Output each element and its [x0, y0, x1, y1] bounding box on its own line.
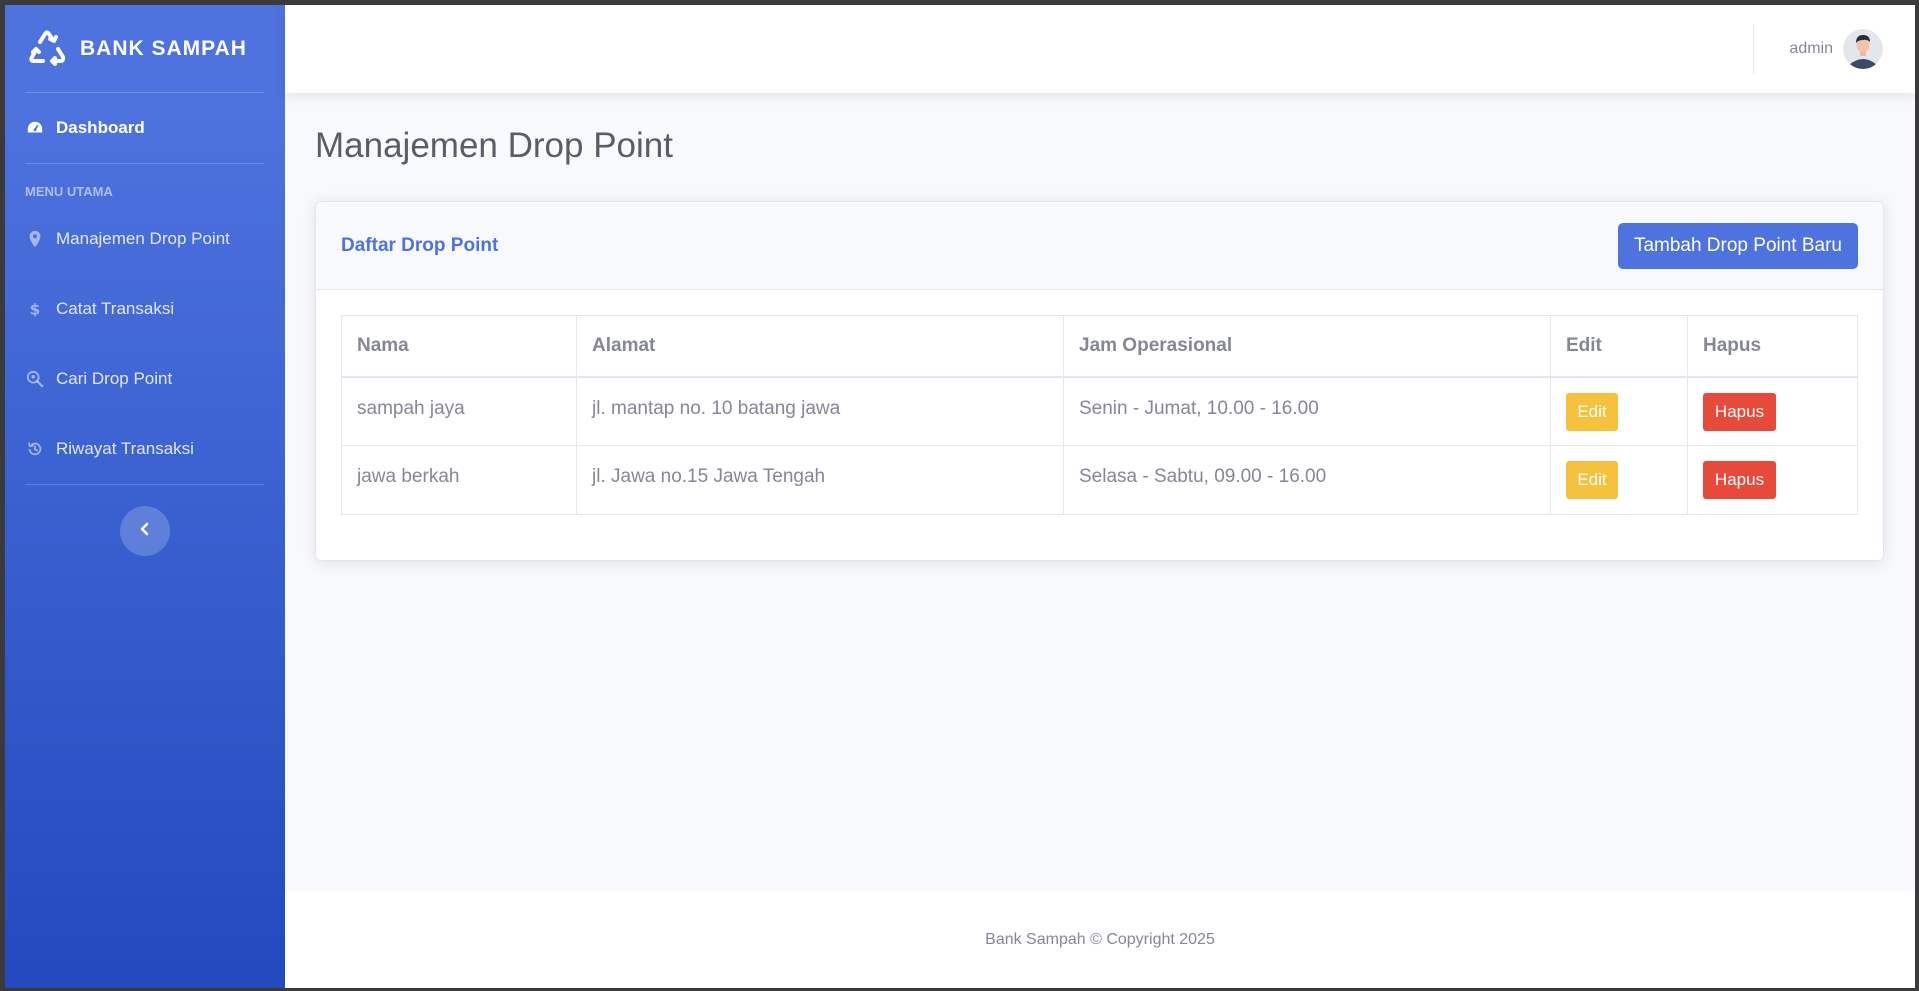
delete-button[interactable]: Hapus — [1703, 392, 1776, 431]
sidebar-item-label: Riwayat Transaksi — [56, 439, 194, 458]
main-content: Manajemen Drop Point Daftar Drop Point T… — [285, 93, 1915, 891]
column-header-edit: Edit — [1550, 315, 1688, 378]
sidebar-item-label: Dashboard — [56, 118, 145, 137]
topbar: admin — [285, 5, 1915, 93]
column-header-alamat: Alamat — [576, 315, 1064, 378]
app-window: BANK SAMPAH Dashboard MENU UTAMA Manajem… — [5, 5, 1915, 988]
drop-point-table: Nama Alamat Jam Operasional Edit Hapus s… — [341, 315, 1858, 515]
table-row: jawa berkah jl. Jawa no.15 Jawa Tengah S… — [341, 445, 1858, 515]
footer: Bank Sampah © Copyright 2025 — [285, 891, 1915, 988]
avatar[interactable] — [1843, 29, 1883, 69]
sidebar-item-catat-transaksi[interactable]: $ Catat Transaksi — [25, 274, 264, 344]
add-drop-point-button[interactable]: Tambah Drop Point Baru — [1617, 222, 1858, 269]
card-title: Daftar Drop Point — [341, 234, 499, 256]
cell-nama: sampah jaya — [341, 376, 577, 446]
sidebar-item-manajemen-drop-point[interactable]: Manajemen Drop Point — [25, 204, 264, 274]
sidebar-toggle-button[interactable] — [119, 506, 170, 556]
cell-hapus: Hapus — [1687, 376, 1858, 446]
sidebar-item-dashboard[interactable]: Dashboard — [25, 93, 264, 163]
svg-text:$: $ — [30, 300, 41, 318]
sidebar-brand[interactable]: BANK SAMPAH — [25, 5, 264, 93]
sidebar-divider — [25, 163, 264, 164]
column-header-jam-operasional: Jam Operasional — [1063, 315, 1551, 378]
sidebar-item-label: Cari Drop Point — [56, 369, 173, 388]
recycle-icon — [25, 27, 69, 71]
column-header-hapus: Hapus — [1687, 315, 1858, 378]
chevron-left-icon — [138, 522, 152, 541]
topbar-divider — [1753, 24, 1755, 74]
content-wrapper: admin Manajemen Drop Point Daftar Drop P… — [285, 5, 1915, 988]
cell-alamat: jl. Jawa no.15 Jawa Tengah — [576, 445, 1064, 515]
cell-hapus: Hapus — [1687, 445, 1858, 515]
card-body: Nama Alamat Jam Operasional Edit Hapus s… — [316, 290, 1883, 560]
sidebar-heading: MENU UTAMA — [25, 184, 113, 199]
cell-edit: Edit — [1550, 376, 1688, 446]
user-name[interactable]: admin — [1789, 40, 1833, 58]
delete-button[interactable]: Hapus — [1703, 461, 1776, 499]
sidebar-item-riwayat-transaksi[interactable]: Riwayat Transaksi — [25, 414, 264, 484]
sidebar-item-label: Catat Transaksi — [56, 299, 175, 318]
page-title: Manajemen Drop Point — [315, 126, 673, 165]
table-header-row: Nama Alamat Jam Operasional Edit Hapus — [341, 315, 1858, 378]
brand-name: BANK SAMPAH — [80, 37, 247, 60]
history-icon — [25, 439, 45, 459]
cell-jam-operasional: Senin - Jumat, 10.00 - 16.00 — [1063, 376, 1551, 446]
copyright-text: Bank Sampah © Copyright 2025 — [985, 930, 1215, 948]
column-header-nama: Nama — [341, 315, 577, 378]
table-row: sampah jaya jl. mantap no. 10 batang jaw… — [341, 376, 1858, 446]
dollar-icon: $ — [25, 299, 45, 319]
drop-point-card: Daftar Drop Point Tambah Drop Point Baru — [315, 201, 1884, 561]
search-location-icon — [25, 369, 45, 389]
sidebar-item-cari-drop-point[interactable]: Cari Drop Point — [25, 344, 264, 414]
cell-alamat: jl. mantap no. 10 batang jawa — [576, 376, 1064, 446]
edit-button[interactable]: Edit — [1566, 461, 1618, 499]
map-marker-icon — [25, 229, 45, 249]
edit-button[interactable]: Edit — [1566, 392, 1618, 431]
cell-edit: Edit — [1550, 445, 1688, 515]
card-header: Daftar Drop Point Tambah Drop Point Baru — [316, 202, 1883, 290]
sidebar-item-label: Manajemen Drop Point — [56, 229, 230, 248]
sidebar: BANK SAMPAH Dashboard MENU UTAMA Manajem… — [5, 5, 285, 988]
tachometer-icon — [25, 118, 45, 138]
cell-jam-operasional: Selasa - Sabtu, 09.00 - 16.00 — [1063, 445, 1551, 515]
cell-nama: jawa berkah — [341, 445, 577, 515]
